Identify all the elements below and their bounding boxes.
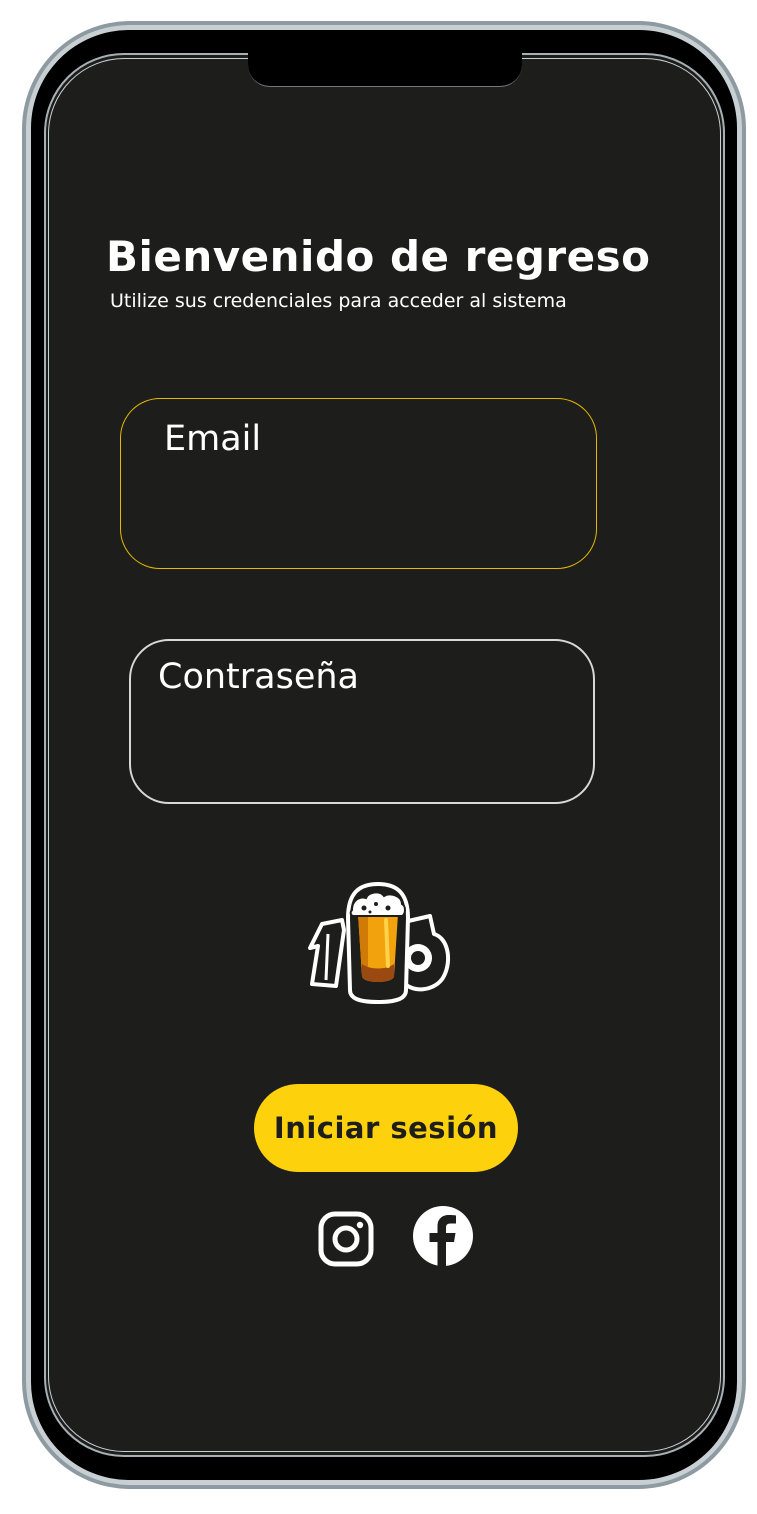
phone-notch bbox=[248, 40, 522, 87]
page-subtitle: Utilize sus credenciales para acceder al… bbox=[110, 290, 567, 312]
password-label: Contraseña bbox=[158, 657, 359, 697]
password-field[interactable]: Contraseña bbox=[129, 639, 595, 804]
facebook-icon[interactable] bbox=[412, 1205, 474, 1267]
instagram-icon[interactable] bbox=[318, 1211, 374, 1267]
email-input[interactable] bbox=[151, 494, 566, 546]
page-title: Bienvenido de regreso bbox=[106, 232, 651, 281]
beer-mug-logo-icon bbox=[306, 880, 452, 1006]
login-button[interactable]: Iniciar sesión bbox=[254, 1084, 518, 1172]
password-input[interactable] bbox=[161, 728, 563, 780]
email-field[interactable]: Email bbox=[120, 398, 597, 569]
email-label: Email bbox=[164, 419, 262, 459]
